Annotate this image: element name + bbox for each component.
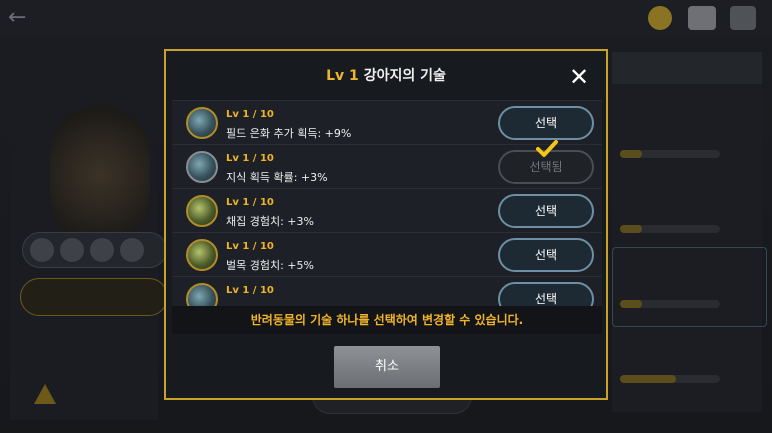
background-gold-bar: [20, 278, 168, 316]
slot-icon: [120, 238, 144, 262]
skill-description: 필드 은화 추가 획득: +9%: [226, 127, 352, 140]
background-right-card: [612, 247, 767, 327]
slot-icon: [60, 238, 84, 262]
skill-change-modal: Lv 1 강아지의 기술 ✕ Lv 1 / 10 필드 은화 추가 획득: +9…: [164, 49, 608, 400]
notice-text: 반려동물의 기술 하나를 선택하여 변경할 수 있습니다.: [172, 306, 602, 334]
select-button[interactable]: 선택: [498, 282, 594, 306]
background-right-header: [612, 52, 762, 84]
select-button[interactable]: 선택: [498, 194, 594, 228]
logging-skill-icon: [186, 239, 218, 271]
gathering-skill-icon: [186, 195, 218, 227]
skill-level: Lv 1 / 10: [226, 241, 274, 252]
back-arrow-icon: ←: [8, 5, 27, 30]
silver-coin-skill-icon: [186, 107, 218, 139]
exit-icon: [730, 6, 756, 30]
close-icon[interactable]: ✕: [566, 64, 592, 90]
coin-icon: [648, 6, 672, 30]
skill-description: 지식 획득 확률: +3%: [226, 171, 328, 184]
skill-row: Lv 1 / 10 벌목 경험치: +5% 선택: [172, 232, 602, 276]
skill-level: Lv 1 / 10: [226, 285, 274, 296]
checkmark-icon: [536, 140, 558, 157]
skill-list[interactable]: Lv 1 / 10 필드 은화 추가 획득: +9% 선택 Lv 1 / 10 …: [172, 100, 602, 306]
skill-icon: [186, 283, 218, 306]
warning-icon: [34, 384, 56, 404]
background-bar-fill: [620, 225, 642, 233]
modal-title-level: Lv 1: [326, 68, 359, 84]
pet-portrait: [50, 105, 150, 245]
menu-icon: [688, 6, 716, 30]
background-bar-fill: [620, 150, 642, 158]
background-bar-fill: [620, 375, 676, 383]
skill-row: Lv 1 / 10 채집 경험치: +3% 선택: [172, 188, 602, 232]
book-skill-icon: [186, 151, 218, 183]
slot-icon: [30, 238, 54, 262]
skill-description: 벌목 경험치: +5%: [226, 259, 314, 272]
modal-title-text: 강아지의 기술: [363, 68, 446, 84]
skill-level: Lv 1 / 10: [226, 109, 274, 120]
skill-row: Lv 1 / 10 지식 획득 확률: +3% 선택됨: [172, 140, 602, 188]
skill-level: Lv 1 / 10: [226, 153, 274, 164]
skill-level: Lv 1 / 10: [226, 197, 274, 208]
skill-row: Lv 1 / 10 선택: [172, 276, 602, 306]
cancel-button[interactable]: 취소: [334, 346, 440, 388]
select-button[interactable]: 선택: [498, 106, 594, 140]
slot-icon: [90, 238, 114, 262]
modal-title: Lv 1 강아지의 기술: [166, 65, 606, 85]
select-button[interactable]: 선택: [498, 238, 594, 272]
skill-description: 채집 경험치: +3%: [226, 215, 314, 228]
